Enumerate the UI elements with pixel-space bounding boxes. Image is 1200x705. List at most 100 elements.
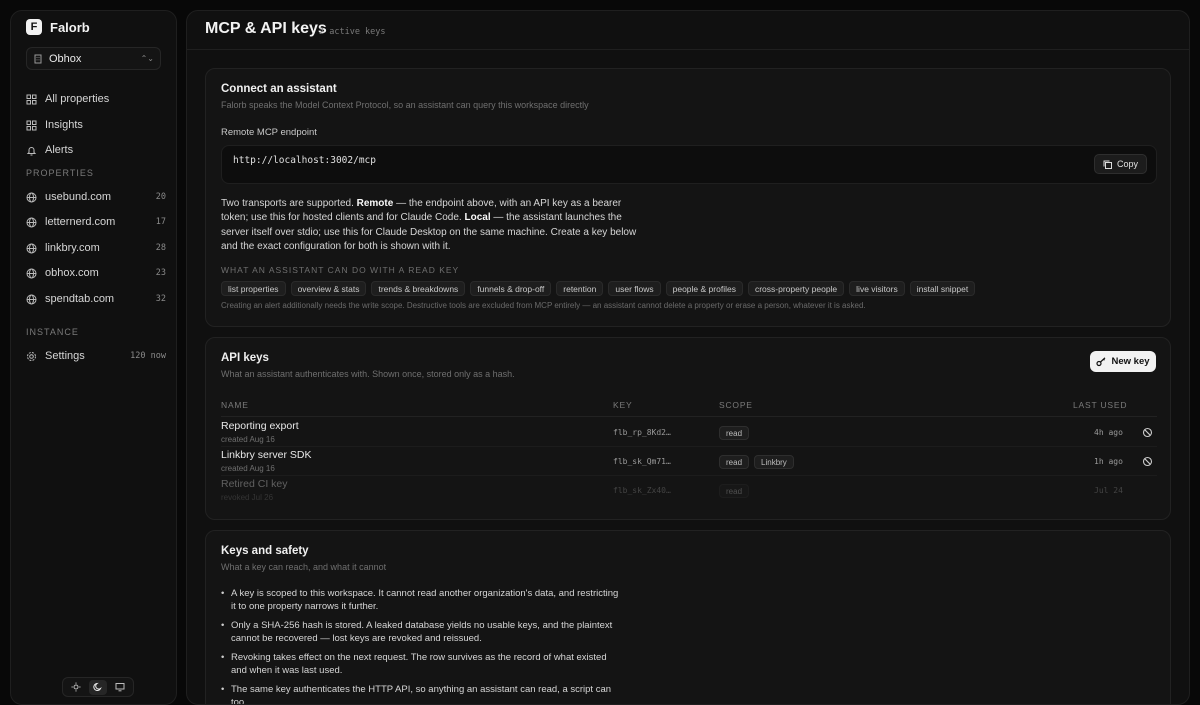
key-last-used: 4h ago (1094, 428, 1123, 437)
capability-chips: list properties overview & stats trends … (221, 281, 976, 296)
property-count: 28 (155, 243, 166, 253)
chevron-updown-icon: ⌃⌄ (140, 54, 154, 63)
new-key-label: New key (1111, 356, 1150, 367)
nav-label: Insights (45, 119, 83, 131)
instance-section-label: INSTANCE (26, 327, 79, 337)
key-icon (1096, 356, 1106, 366)
capabilities-footnote: Creating an alert additionally needs the… (221, 301, 866, 310)
properties-section-label: PROPERTIES (26, 168, 94, 178)
table-row[interactable]: Reporting export created Aug 16 flb_rp_8… (221, 418, 1157, 447)
capability-chip: user flows (608, 281, 661, 296)
theme-dark-button[interactable] (89, 679, 107, 695)
brand[interactable]: F Falorb (26, 19, 90, 35)
scope-tag: Linkbry (754, 455, 794, 469)
transports-paragraph: Two transports are supported. Remote — t… (221, 197, 646, 254)
connect-desc: Falorb speaks the Model Context Protocol… (221, 100, 589, 110)
copy-label: Copy (1116, 159, 1138, 169)
scope-tag: read (719, 426, 750, 440)
brand-logo: F (26, 19, 42, 35)
connect-title: Connect an assistant (221, 83, 337, 95)
safety-title: Keys and safety (221, 545, 309, 557)
safety-list: A key is scoped to this workspace. It ca… (221, 587, 621, 704)
bell-icon (26, 146, 37, 155)
key-meta: created Aug 16 (221, 435, 275, 444)
list-item: A key is scoped to this workspace. It ca… (221, 587, 621, 613)
theme-toggle (62, 677, 134, 697)
building-icon (34, 54, 42, 63)
keys-table-header: NAME KEY SCOPE LAST USED (221, 400, 1157, 417)
nav-insights[interactable]: Insights (26, 115, 166, 135)
table-row[interactable]: Linkbry server SDK created Aug 16 flb_sk… (221, 447, 1157, 476)
property-count: 17 (155, 217, 166, 227)
brand-name: Falorb (50, 19, 90, 35)
list-item: Only a SHA-256 hash is stored. A leaked … (221, 619, 621, 645)
key-meta: revoked Jul 26 (221, 493, 274, 502)
property-linkbry[interactable]: linkbry.com 28 (26, 238, 166, 258)
key-prefix: flb_sk_Zx40… (613, 486, 671, 495)
globe-icon (26, 217, 37, 227)
property-domain: usebund.com (45, 191, 112, 203)
new-key-button[interactable]: New key (1090, 351, 1156, 372)
nav-all-properties[interactable]: All properties (26, 89, 166, 109)
key-last-used: 1h ago (1094, 457, 1123, 466)
main-panel: MCP & API keys 2 active keys Connect an … (186, 10, 1190, 705)
endpoint-url[interactable]: http://localhost:3002/mcp (233, 155, 376, 166)
capability-chip: cross-property people (747, 281, 845, 296)
connect-card: Connect an assistant Falorb speaks the M… (205, 68, 1171, 327)
capability-chip: funnels & drop-off (470, 281, 552, 296)
col-name: NAME (221, 400, 249, 410)
theme-system-button[interactable] (111, 680, 129, 695)
capability-chip: trends & breakdowns (371, 281, 466, 296)
key-name: Retired CI key (221, 478, 288, 490)
key-name: Linkbry server SDK (221, 449, 312, 461)
property-domain: spendtab.com (45, 293, 115, 305)
property-count: 23 (155, 268, 166, 278)
copy-button[interactable]: Copy (1094, 154, 1147, 174)
property-domain: letternerd.com (45, 216, 116, 228)
copy-icon (1103, 160, 1112, 169)
revoke-icon[interactable] (1142, 456, 1153, 467)
workspace-select[interactable]: Obhox ⌃⌄ (26, 47, 161, 70)
settings-label: Settings (45, 350, 85, 362)
capability-chip: install snippet (909, 281, 976, 296)
workspace-name: Obhox (49, 52, 82, 65)
globe-icon (26, 268, 37, 278)
capabilities-label: WHAT AN ASSISTANT CAN DO WITH A READ KEY (221, 265, 460, 275)
key-scopes: read Linkbry (719, 455, 794, 469)
nav-label: Alerts (45, 144, 74, 156)
api-keys-card: API keys What an assistant authenticates… (205, 337, 1171, 520)
property-count: 32 (155, 294, 166, 304)
property-usebund[interactable]: usebund.com 20 (26, 187, 166, 207)
settings-meta: 120 now (130, 351, 166, 361)
list-item: The same key authenticates the HTTP API,… (221, 683, 621, 704)
key-name: Reporting export (221, 420, 299, 432)
revoke-icon[interactable] (1142, 427, 1153, 438)
theme-light-button[interactable] (67, 680, 85, 695)
col-key: KEY (613, 400, 633, 410)
property-letternerd[interactable]: letternerd.com 17 (26, 212, 166, 232)
safety-card: Keys and safety What a key can reach, an… (205, 530, 1171, 704)
property-spendtab[interactable]: spendtab.com 32 (26, 289, 166, 309)
nav-settings[interactable]: Settings 120 now (26, 346, 166, 366)
globe-icon (26, 294, 37, 304)
api-keys-desc: What an assistant authenticates with. Sh… (221, 369, 515, 379)
grid-icon (26, 94, 37, 104)
property-domain: linkbry.com (45, 242, 100, 254)
api-keys-title: API keys (221, 352, 269, 364)
key-last-used: Jul 24 (1094, 486, 1123, 495)
gear-icon (27, 351, 36, 361)
key-prefix: flb_sk_Qm71… (613, 457, 671, 466)
globe-icon (26, 192, 37, 202)
key-scopes: read (719, 426, 750, 440)
key-meta: created Aug 16 (221, 464, 275, 473)
safety-desc: What a key can reach, and what it cannot (221, 562, 387, 572)
page-title: MCP & API keys (205, 20, 327, 37)
moon-icon (93, 682, 102, 691)
scope-tag: read (719, 455, 750, 469)
nav-label: All properties (45, 93, 110, 105)
globe-icon (26, 243, 37, 253)
nav-alerts[interactable]: Alerts (26, 140, 166, 160)
key-prefix: flb_rp_8Kd2… (613, 428, 671, 437)
property-obhox[interactable]: obhox.com 23 (26, 263, 166, 283)
table-row: Retired CI key revoked Jul 26 flb_sk_Zx4… (221, 476, 1157, 505)
